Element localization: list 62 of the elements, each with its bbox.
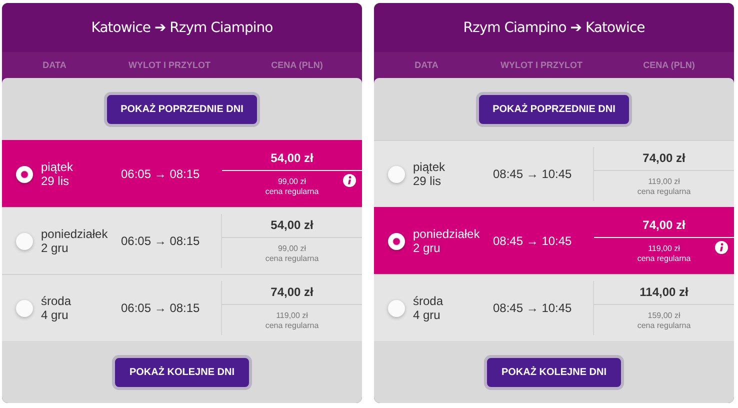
price: 54,00 zł [222, 151, 362, 171]
flight-time: 06:05 → 08:15 [121, 167, 201, 181]
day-label: środa [41, 294, 72, 308]
column-header: CENA (PLN) [270, 60, 324, 70]
radio-button[interactable] [16, 232, 33, 250]
column-header: WYLOT I PRZYLOT [128, 60, 212, 70]
radio-button[interactable] [388, 166, 405, 182]
flight-time: 08:45 → 10:45 [493, 167, 573, 181]
date-label: 4 gru [413, 308, 442, 322]
day-label: poniedziałek [41, 227, 109, 241]
info-icon[interactable] [343, 174, 356, 187]
price: 74,00 zł [594, 218, 734, 238]
previous-days-button[interactable]: POKAŻ POPRZEDNIE DNI [104, 92, 260, 126]
radio-button[interactable] [16, 166, 33, 182]
flight-row[interactable]: piątek 29 lis 08:45 → 10:45 74,00 zł 119,00 zł cena regularna [374, 140, 734, 207]
regular-price: 119,00 zł [276, 311, 308, 321]
column-header: DATA [42, 60, 68, 70]
column-header: CENA (PLN) [642, 60, 696, 70]
regular-price: 119,00 zł [648, 177, 680, 187]
flight-time: 06:05 → 08:15 [121, 234, 201, 248]
flight-time: 08:45 → 10:45 [493, 234, 573, 248]
regular-price-label: cena regularna [265, 187, 319, 197]
date-label: 4 gru [41, 308, 70, 322]
regular-price: 119,00 zł [648, 244, 680, 254]
regular-price-label: cena regularna [637, 187, 691, 197]
info-icon[interactable] [715, 241, 728, 254]
price: 114,00 zł [594, 285, 734, 305]
flight-time: 06:05 → 08:15 [121, 301, 201, 315]
regular-price-label: cena regularna [265, 254, 319, 264]
date-label: 29 lis [41, 174, 70, 188]
flight-time: 08:45 → 10:45 [493, 301, 573, 315]
route-title: Katowice ➔ Rzym Ciampino [91, 20, 273, 36]
regular-price: 159,00 zł [648, 311, 680, 321]
next-days-button[interactable]: POKAŻ KOLEJNE DNI [112, 354, 252, 390]
date-label: 2 gru [41, 241, 70, 255]
column-header: DATA [414, 60, 440, 70]
flight-row[interactable]: poniedziałek 2 gru 08:45 → 10:45 74,00 zł 119,00 zł cena regularna [374, 207, 734, 274]
price: 54,00 zł [222, 218, 362, 238]
flight-row[interactable]: środa 4 gru 06:05 → 08:15 74,00 zł 119,00 zł cena regularna [2, 274, 362, 341]
price: 74,00 zł [594, 151, 734, 171]
radio-button[interactable] [388, 232, 405, 250]
flight-row[interactable]: środa 4 gru 08:45 → 10:45 114,00 zł 159,00 zł cena regularna [374, 274, 734, 341]
date-label: 2 gru [413, 241, 442, 255]
previous-days-button[interactable]: POKAŻ POPRZEDNIE DNI [476, 92, 632, 126]
regular-price-label: cena regularna [637, 254, 691, 264]
date-label: 29 lis [413, 174, 442, 188]
day-label: piątek [413, 160, 446, 174]
regular-price-label: cena regularna [637, 321, 691, 331]
route-title: Rzym Ciampino ➔ Katowice [463, 20, 645, 36]
radio-button[interactable] [16, 300, 33, 316]
column-header: WYLOT I PRZYLOT [500, 60, 584, 70]
day-label: piątek [41, 160, 74, 174]
flight-row[interactable]: piątek 29 lis 06:05 → 08:15 54,00 zł 99,00 zł cena regularna [2, 140, 362, 207]
radio-button[interactable] [388, 300, 405, 316]
regular-price-label: cena regularna [265, 321, 319, 331]
regular-price: 99,00 zł [278, 177, 306, 187]
day-label: środa [413, 294, 444, 308]
price: 74,00 zł [222, 285, 362, 305]
day-label: poniedziałek [413, 227, 481, 241]
flight-row[interactable]: poniedziałek 2 gru 06:05 → 08:15 54,00 zł 99,00 zł cena regularna [2, 207, 362, 274]
next-days-button[interactable]: POKAŻ KOLEJNE DNI [484, 354, 624, 390]
regular-price: 99,00 zł [278, 244, 306, 254]
